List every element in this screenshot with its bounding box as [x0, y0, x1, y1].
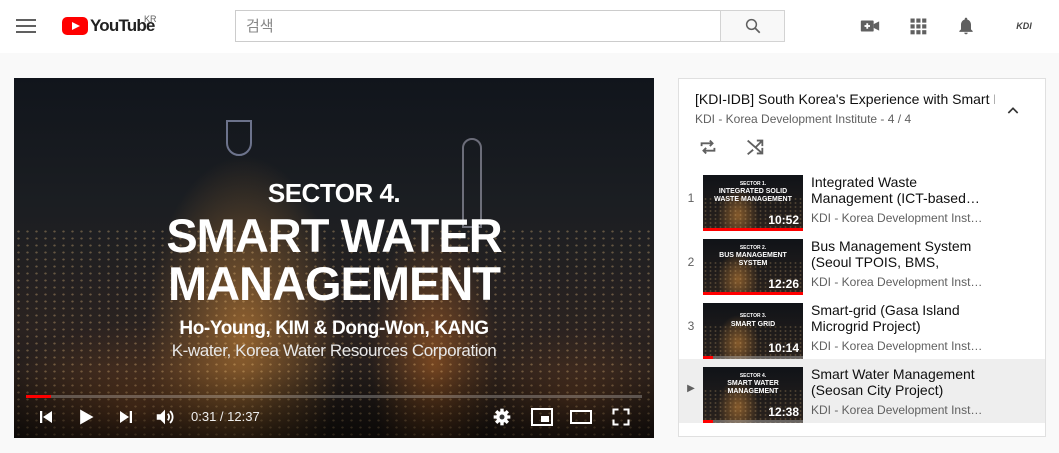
playlist-item-thumbnail[interactable]: SECTOR 4. SMART WATER MANAGEMENT 12:38 [703, 367, 803, 423]
thumbnail-title: BUS MANAGEMENT SYSTEM [719, 252, 787, 267]
playlist-channel[interactable]: KDI - Korea Development Institute [695, 112, 877, 126]
playlist-item-thumbnail[interactable]: SECTOR 1. INTEGRATED SOLID WASTE MANAGEM… [703, 175, 803, 231]
thumbnail-title: SMART GRID [730, 321, 776, 328]
playlist-item[interactable]: 2 SECTOR 2. BUS MANAGEMENT SYSTEM 12:26 … [679, 231, 1045, 295]
playlist-item-index: 2 [687, 255, 695, 269]
progress-bar[interactable] [26, 395, 642, 398]
create-video-icon[interactable] [858, 14, 882, 38]
watched-progress [703, 420, 713, 423]
avatar[interactable]: KDI [1010, 14, 1038, 38]
avatar-text: KDI [1016, 21, 1032, 31]
menu-icon[interactable] [14, 14, 38, 38]
playlist-item-duration: 12:26 [768, 277, 799, 291]
playlist-item-current[interactable]: ▶ SECTOR 4. SMART WATER MANAGEMENT 12:38… [679, 359, 1045, 423]
playlist-item-title[interactable]: Bus Management System (Seoul TPOIS, BMS,… [811, 238, 991, 270]
playlist-items: 1 SECTOR 1. INTEGRATED SOLID WASTE MANAG… [679, 167, 1045, 423]
playlist-item[interactable]: 3 SECTOR 3. SMART GRID 10:14 Smart-grid … [679, 295, 1045, 359]
playlist-item-index: 1 [687, 191, 695, 205]
video-overlay-organization: K-water, Korea Water Resources Corporati… [171, 341, 497, 360]
thumbnail-sector: SECTOR 2. [739, 245, 767, 251]
loop-icon[interactable] [696, 135, 720, 159]
youtube-logo[interactable]: YouTube [62, 14, 155, 38]
fullscreen-icon[interactable] [609, 405, 633, 429]
youtube-play-icon [62, 17, 88, 35]
playlist-position: 4 / 4 [887, 112, 912, 126]
video-overlay-authors: Ho-Young, KIM & Dong-Won, KANG [179, 318, 489, 339]
playlist-panel: [KDI-IDB] South Korea's Experience with … [678, 78, 1046, 437]
playlist-title[interactable]: [KDI-IDB] South Korea's Experience with … [695, 91, 995, 107]
playlist-item-title[interactable]: Smart Water Management (Seosan City Proj… [811, 366, 991, 398]
video-overlay-title-line2: MANAGEMENT [167, 257, 501, 310]
search-button[interactable] [720, 10, 785, 42]
search-input[interactable] [236, 11, 721, 41]
masthead: YouTube KR KDI [0, 0, 1059, 53]
playlist-item-thumbnail[interactable]: SECTOR 2. BUS MANAGEMENT SYSTEM 12:26 [703, 239, 803, 295]
thumbnail-title: SMART WATER MANAGEMENT [727, 380, 779, 395]
controls-gradient [14, 368, 654, 438]
video-overlay-sector: SECTOR 4. [267, 178, 401, 208]
theater-mode-icon[interactable] [568, 405, 594, 429]
search-icon [745, 18, 760, 34]
thumbnail-title: INTEGRATED SOLID WASTE MANAGEMENT [714, 188, 792, 203]
apps-grid-icon[interactable] [906, 14, 930, 38]
thumbnail-sector: SECTOR 3. [739, 313, 767, 319]
volume-icon[interactable] [152, 405, 178, 429]
shuffle-icon[interactable] [743, 135, 767, 159]
thumbnail-sector: SECTOR 1. [739, 181, 767, 187]
time-display: 0:31 / 12:37 [191, 409, 260, 424]
chevron-up-icon[interactable] [1001, 99, 1025, 123]
playlist-item-channel[interactable]: KDI - Korea Development Inst… [811, 403, 991, 417]
settings-gear-icon[interactable] [490, 405, 514, 429]
progress-played [26, 395, 52, 398]
playlist-item-index: 3 [687, 319, 695, 333]
playlist-item-duration: 12:38 [768, 405, 799, 419]
playlist-item-channel[interactable]: KDI - Korea Development Inst… [811, 339, 991, 353]
thumbnail-sector: SECTOR 4. [739, 373, 767, 379]
notifications-bell-icon[interactable] [954, 14, 978, 38]
playlist-item-title[interactable]: Integrated Waste Management (ICT-based… [811, 174, 991, 206]
now-playing-icon: ▶ [687, 383, 695, 394]
playlist-subtitle: KDI - Korea Development Institute - 4 / … [695, 112, 912, 126]
playlist-item-channel[interactable]: KDI - Korea Development Inst… [811, 275, 991, 289]
playlist-item-thumbnail[interactable]: SECTOR 3. SMART GRID 10:14 [703, 303, 803, 359]
tower-graphic [226, 120, 252, 156]
playlist-item-channel[interactable]: KDI - Korea Development Inst… [811, 211, 991, 225]
next-icon[interactable] [114, 405, 138, 429]
playlist-item-title[interactable]: Smart-grid (Gasa Island Microgrid Projec… [811, 302, 991, 334]
playlist-item[interactable]: 1 SECTOR 1. INTEGRATED SOLID WASTE MANAG… [679, 167, 1045, 231]
search-box [235, 10, 721, 42]
miniplayer-icon[interactable] [529, 405, 555, 429]
previous-icon[interactable] [34, 405, 58, 429]
region-code: KR [144, 14, 157, 24]
play-icon[interactable] [74, 405, 98, 429]
unwatched-progress [703, 420, 803, 423]
playlist-item-duration: 10:14 [768, 341, 799, 355]
video-overlay-title-line1: SMART WATER [166, 209, 502, 262]
video-player[interactable]: SECTOR 4. SMART WATER MANAGEMENT Ho-Youn… [14, 78, 654, 438]
playlist-item-duration: 10:52 [768, 213, 799, 227]
